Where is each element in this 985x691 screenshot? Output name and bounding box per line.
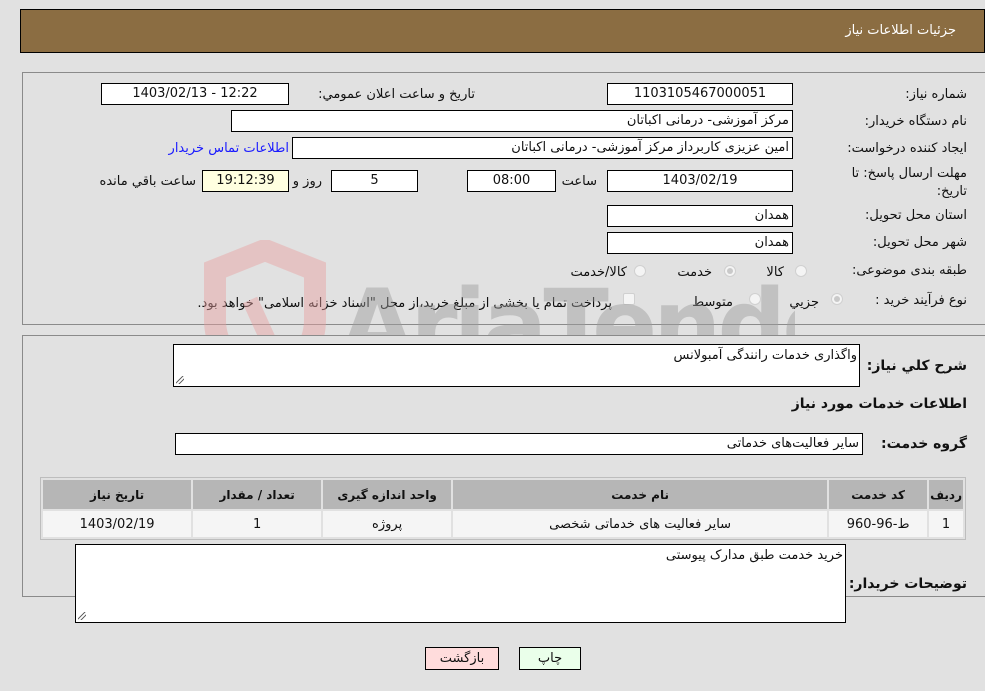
buyer-notes-text: خرید خدمت طبق مدارک پیوستی [665, 548, 843, 563]
buyer-notes-label: توضیحات خریدار: [848, 576, 967, 592]
deadline-time-field: 08:00 [467, 170, 556, 192]
purchase-type-radio-minor[interactable] [831, 293, 843, 305]
province-label: استان محل تحویل: [865, 208, 967, 223]
city-field: همدان [607, 232, 793, 254]
cell-service-code: ط-96-960 [829, 511, 928, 537]
summary-textarea[interactable]: واگذاری خدمات رانندگی آمبولانس [173, 344, 860, 387]
category-option-goods-service: کالا/خدمت [570, 265, 627, 280]
services-heading: اطلاعات خدمات مورد نیاز [791, 396, 967, 412]
back-button[interactable]: بازگشت [425, 647, 499, 670]
requester-label: ایجاد کننده درخواست: [847, 141, 967, 156]
buyer-org-label: نام دستگاه خریدار: [864, 114, 967, 129]
deadline-time-label: ساعت [561, 174, 597, 189]
col-header-row-number: ردیف [929, 480, 963, 509]
announce-datetime-label: تاریخ و ساعت اعلان عمومي: [318, 87, 475, 102]
category-option-service: خدمت [677, 265, 712, 280]
buyer-notes-textarea[interactable]: خرید خدمت طبق مدارک پیوستی [75, 544, 846, 623]
category-label: طبقه بندی موضوعی: [851, 263, 967, 278]
purchase-type-label: نوع فرآیند خرید : [875, 293, 967, 308]
page-header: جزئیات اطلاعات نیاز [20, 9, 985, 53]
need-number-field: 1103105467000051 [607, 83, 793, 105]
city-label: شهر محل تحویل: [872, 235, 967, 250]
deadline-label-line2: تاریخ: [936, 184, 967, 199]
summary-text: واگذاری خدمات رانندگی آمبولانس [673, 348, 858, 363]
col-header-unit: واحد اندازه گیری [323, 480, 452, 509]
purchase-type-option-minor: جزيي [789, 295, 819, 310]
buyer-contact-link[interactable]: اطلاعات تماس خریدار [169, 141, 289, 156]
col-header-quantity: تعداد / مقدار [193, 480, 322, 509]
treasury-payment-note: پرداخت تمام یا بخشی از مبلغ خرید،از محل … [197, 296, 612, 311]
buyer-org-field: مرکز آموزشی- درمانی اکباتان [231, 110, 793, 132]
services-table: ردیف کد خدمت نام خدمت واحد اندازه گیری ت… [40, 477, 966, 540]
service-group-label: گروه خدمت: [881, 436, 967, 452]
col-header-service-name: نام خدمت [453, 480, 828, 509]
requester-field: امین عزیزی کاربرداز مرکز آموزشی- درمانی … [292, 137, 793, 159]
col-header-service-code: کد خدمت [829, 480, 928, 509]
resize-handle-icon[interactable] [78, 612, 86, 620]
category-option-goods: کالا [766, 265, 784, 280]
deadline-date-field: 1403/02/19 [607, 170, 793, 192]
cell-service-name: سایر فعالیت های خدماتی شخصی [453, 511, 828, 537]
cell-unit: پروژه [323, 511, 452, 537]
print-button[interactable]: چاپ [519, 647, 581, 670]
purchase-type-radio-medium[interactable] [749, 293, 761, 305]
province-field: همدان [607, 205, 793, 227]
cell-need-date: 1403/02/19 [43, 511, 192, 537]
announce-datetime-field: 1403/02/13 - 12:22 [101, 83, 289, 105]
cell-quantity: 1 [193, 511, 322, 537]
purchase-type-option-medium: متوسط [692, 295, 733, 310]
page-title: جزئیات اطلاعات نیاز [845, 23, 956, 38]
category-radio-goods[interactable] [795, 265, 807, 277]
days-remaining-field: 5 [331, 170, 418, 192]
col-header-need-date: تاریخ نیاز [43, 480, 192, 509]
cell-row-number: 1 [929, 511, 963, 537]
time-remaining-field: 19:12:39 [202, 170, 289, 192]
summary-label: شرح کلي نیاز: [866, 358, 967, 374]
days-label: روز و [292, 174, 322, 189]
treasury-payment-checkbox[interactable] [623, 293, 635, 305]
time-remaining-label: ساعت باقي مانده [99, 174, 196, 189]
table-row: 1 ط-96-960 سایر فعالیت های خدماتی شخصی پ… [43, 511, 963, 537]
category-radio-service[interactable] [724, 265, 736, 277]
service-group-field: سایر فعالیت‌های خدماتی [175, 433, 863, 455]
need-number-label: شماره نیاز: [905, 87, 967, 102]
table-header-row: ردیف کد خدمت نام خدمت واحد اندازه گیری ت… [43, 480, 963, 509]
resize-handle-icon[interactable] [176, 376, 184, 384]
deadline-label-line1: مهلت ارسال پاسخ: تا [851, 166, 967, 181]
category-radio-goods-service[interactable] [634, 265, 646, 277]
